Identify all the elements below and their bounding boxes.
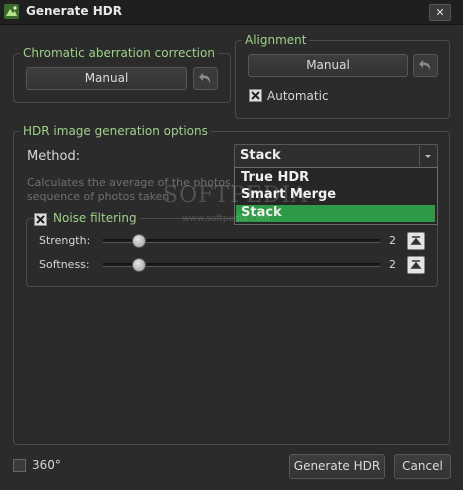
method-description-line2: sequence of photos taken	[27, 190, 170, 203]
noise-filtering-group	[26, 218, 438, 287]
strength-label: Strength:	[39, 234, 91, 247]
undo-icon	[199, 73, 211, 84]
check-x-icon	[36, 215, 45, 224]
cancel-button[interactable]: Cancel	[394, 454, 451, 479]
hdr-options-legend: HDR image generation options	[20, 123, 211, 139]
method-option-smart-merge[interactable]: Smart Merge	[236, 187, 435, 204]
reset-to-default-icon	[410, 260, 422, 269]
close-button[interactable]: ✕	[429, 4, 451, 21]
chromatic-aberration-legend: Chromatic aberration correction	[20, 45, 218, 61]
alignment-manual-button[interactable]: Manual	[248, 54, 408, 77]
noise-filtering-checkbox[interactable]	[34, 213, 47, 226]
pano-360-checkbox[interactable]	[13, 459, 26, 472]
strength-slider-handle[interactable]	[132, 234, 146, 248]
chromatic-manual-button[interactable]: Manual	[26, 67, 187, 90]
softness-value: 2	[389, 258, 396, 271]
softness-reset-button[interactable]	[407, 256, 425, 274]
noise-filtering-label: Noise filtering	[50, 211, 140, 225]
automatic-checkbox[interactable]	[249, 89, 262, 102]
method-description: Calculates the average of the photos. Gr…	[27, 176, 251, 204]
chevron-down-icon[interactable]	[419, 146, 436, 166]
alignment-legend: Alignment	[242, 32, 310, 48]
check-x-icon	[251, 91, 260, 100]
undo-icon	[419, 60, 431, 71]
chromatic-reset-button[interactable]	[193, 67, 218, 90]
method-select-value: Stack	[240, 148, 281, 163]
softness-label: Softness:	[39, 258, 90, 271]
automatic-label: Automatic	[267, 89, 329, 103]
strength-reset-button[interactable]	[407, 232, 425, 250]
title-bar: Generate HDR ✕	[0, 0, 463, 25]
alignment-group: Alignment	[235, 32, 450, 119]
method-select[interactable]: Stack	[234, 144, 438, 168]
app-logo-icon	[4, 4, 19, 19]
method-option-true-hdr[interactable]: True HDR	[236, 170, 435, 187]
method-option-stack[interactable]: Stack	[236, 205, 435, 222]
method-label: Method:	[27, 149, 81, 164]
pano-360-label: 360°	[32, 458, 61, 472]
method-description-line1: Calculates the average of the photos. Gr	[27, 176, 251, 189]
generate-hdr-button[interactable]: Generate HDR	[289, 454, 385, 479]
alignment-reset-button[interactable]	[413, 54, 438, 77]
strength-value: 2	[389, 234, 396, 247]
softness-slider-handle[interactable]	[132, 258, 146, 272]
window-title: Generate HDR	[26, 4, 122, 18]
method-dropdown-list: True HDR Smart Merge Stack	[234, 167, 438, 225]
reset-to-default-icon	[410, 236, 422, 245]
